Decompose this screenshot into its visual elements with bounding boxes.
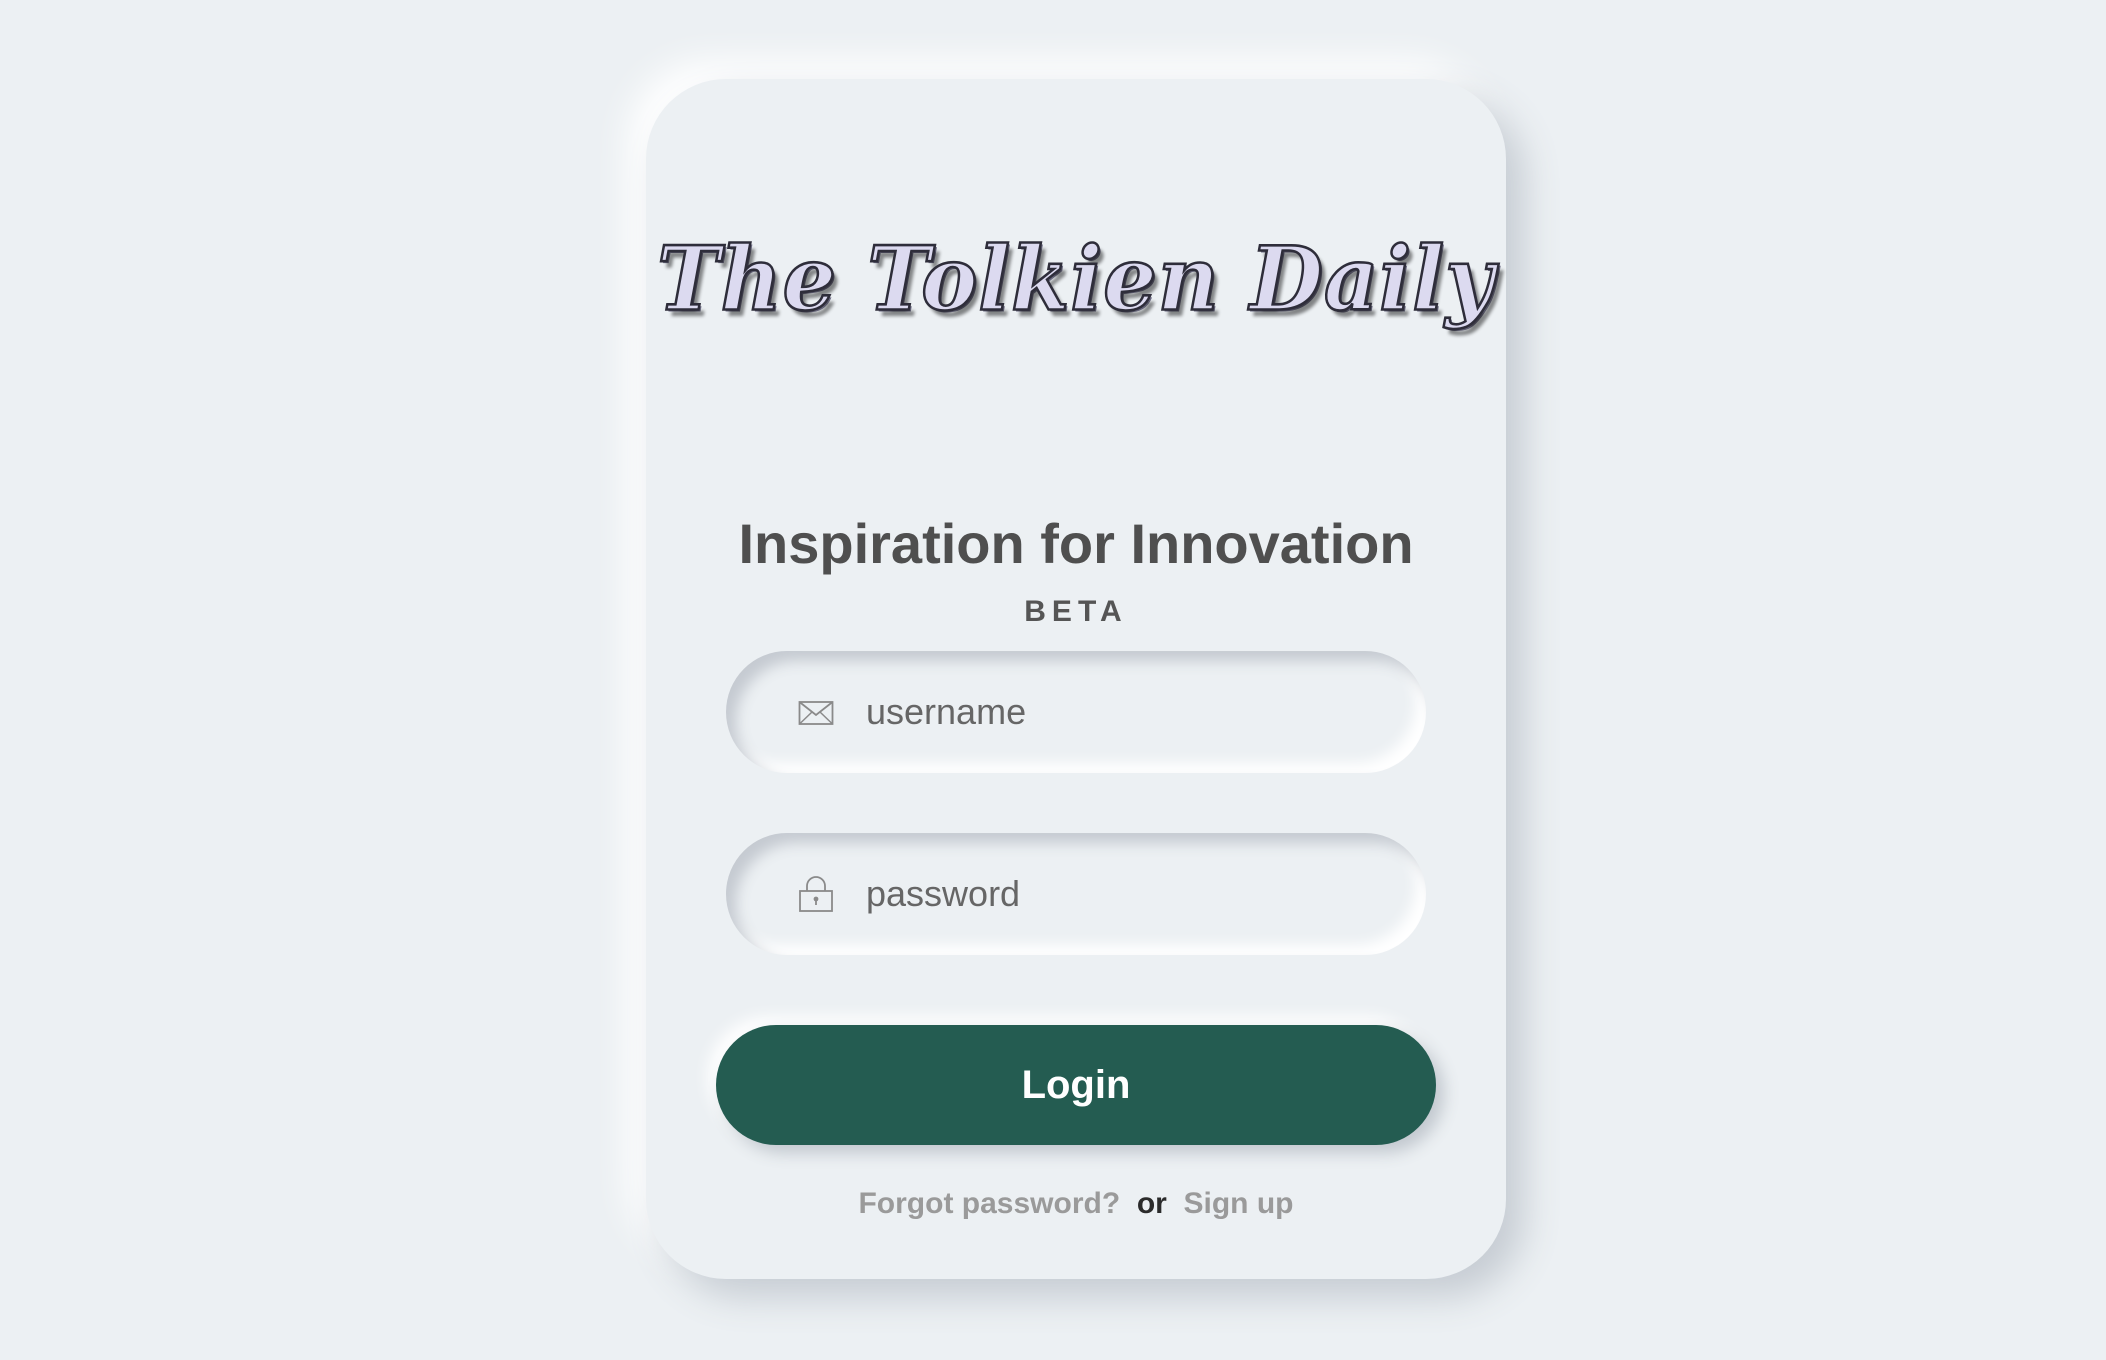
lock-icon xyxy=(798,874,834,914)
username-field[interactable] xyxy=(726,651,1426,773)
forgot-password-link[interactable]: Forgot password? xyxy=(858,1187,1120,1220)
username-input[interactable] xyxy=(866,651,1386,773)
brand-logo: The Tolkien Daily xyxy=(646,225,1506,332)
auth-links: Forgot password? or Sign up xyxy=(646,1187,1506,1221)
beta-badge: BETA xyxy=(1024,595,1128,628)
password-input[interactable] xyxy=(866,833,1386,955)
sign-up-link[interactable]: Sign up xyxy=(1184,1187,1294,1220)
password-field[interactable] xyxy=(726,833,1426,955)
page-title: Inspiration for Innovation xyxy=(738,512,1414,575)
or-separator: or xyxy=(1128,1187,1176,1220)
logo-wordmark: The Tolkien Daily xyxy=(656,225,1495,332)
login-card: The Tolkien Daily Inspiration for Innova… xyxy=(646,79,1506,1279)
mail-icon xyxy=(798,692,834,732)
login-button[interactable]: Login xyxy=(716,1025,1436,1145)
